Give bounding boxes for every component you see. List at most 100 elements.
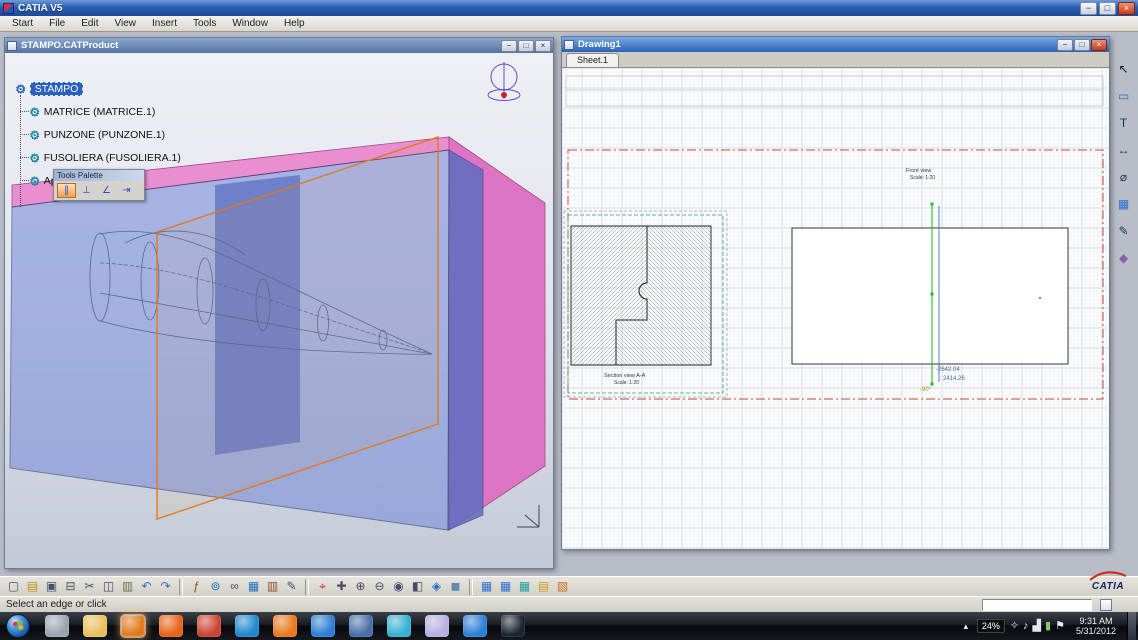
drawing-close-button[interactable]: ×	[1091, 39, 1107, 51]
stampo-window-titlebar[interactable]: STAMPO.CATProduct − □ ×	[5, 38, 553, 53]
zoom-out-icon[interactable]: ⊖	[370, 578, 389, 596]
insert-symbol-icon[interactable]: ◆	[1114, 249, 1133, 267]
drawing-sheet[interactable]: Section view A-A Scale: 1:20 Front view …	[562, 68, 1109, 549]
start-button[interactable]	[6, 614, 30, 638]
table-tool-icon[interactable]: ▦	[244, 578, 263, 596]
menu-start[interactable]: Start	[4, 18, 41, 29]
menu-edit[interactable]: Edit	[73, 18, 106, 29]
table-icon[interactable]: ▦	[1114, 195, 1133, 213]
look-at-icon[interactable]: ◉	[389, 578, 408, 596]
redo-icon[interactable]: ↷	[156, 578, 175, 596]
taskbar-app-utility[interactable]	[45, 615, 69, 637]
tree-root-stampo[interactable]: ⚙ STAMPO	[15, 77, 181, 100]
copy-icon[interactable]: ◫	[99, 578, 118, 596]
grid-blue-1-icon[interactable]: ▦	[477, 578, 496, 596]
taskbar-clock[interactable]: 9:31 AM 5/31/2012	[1070, 616, 1122, 636]
fit-all-icon[interactable]: ⌖	[313, 578, 332, 596]
3d-viewport[interactable]: ⚙ STAMPO ⚙ MATRICE (MATRICE.1) ⚙	[5, 53, 553, 568]
app-close-button[interactable]: ×	[1118, 2, 1135, 15]
save-icon[interactable]: ▣	[42, 578, 61, 596]
undo-icon[interactable]: ↶	[137, 578, 156, 596]
print-icon[interactable]: ⊟	[61, 578, 80, 596]
power-icon[interactable]: ▮	[1045, 620, 1051, 632]
tree-root-label[interactable]: STAMPO	[30, 82, 84, 96]
shading-icon[interactable]: ◼	[446, 578, 465, 596]
calc-orange-icon[interactable]: ▧	[553, 578, 572, 596]
battery-meter[interactable]: 24%	[977, 619, 1005, 633]
app-window-controls: − □ ×	[1080, 2, 1135, 15]
taskbar-app-media-player[interactable]	[235, 615, 259, 637]
taskbar-app-firefox[interactable]	[159, 615, 183, 637]
taskbar-app-explorer[interactable]	[83, 615, 107, 637]
tree-item-fusoliera[interactable]: ⚙ FUSOLIERA (FUSOLIERA.1)	[29, 146, 181, 169]
menu-tools[interactable]: Tools	[185, 18, 224, 29]
taskbar-app-vlc[interactable]	[273, 615, 297, 637]
stampo-minimize-button[interactable]: −	[501, 40, 517, 52]
select-cursor-icon[interactable]: ↖	[1114, 60, 1133, 78]
menu-help[interactable]: Help	[276, 18, 313, 29]
pan-icon[interactable]: ✚	[332, 578, 351, 596]
menu-file[interactable]: File	[41, 18, 73, 29]
taskbar-app-steel[interactable]	[349, 615, 373, 637]
angle-constraint-icon[interactable]: ∠	[97, 183, 116, 198]
app-minimize-button[interactable]: −	[1080, 2, 1097, 15]
action-center-flag-icon[interactable]: ⚑	[1055, 620, 1065, 632]
drawing-window-titlebar[interactable]: Drawing1 − □ ×	[562, 37, 1109, 52]
formula-icon[interactable]: ƒ	[187, 578, 206, 596]
grid-teal-icon[interactable]: ▦	[515, 578, 534, 596]
diameter-dimension-icon[interactable]: ⌀	[1114, 168, 1133, 186]
taskbar-app-photo-viewer[interactable]	[501, 615, 525, 637]
grid-blue-2-icon[interactable]: ▦	[496, 578, 515, 596]
perpendicularity-constraint-icon[interactable]: ⊥	[77, 183, 96, 198]
front-view-outline[interactable]	[792, 228, 1068, 364]
sketch-tool-icon[interactable]: ✎	[282, 578, 301, 596]
reference-point[interactable]	[1039, 297, 1041, 299]
taskbar-app-browser[interactable]	[311, 615, 335, 637]
menu-view[interactable]: View	[106, 18, 144, 29]
open-folder-icon[interactable]: ▤	[23, 578, 42, 596]
link-icon[interactable]: ∞	[225, 578, 244, 596]
taskbar-app-document-viewer[interactable]	[121, 615, 145, 637]
taskbar-app-monitor[interactable]	[387, 615, 411, 637]
network-icon[interactable]: ▟	[1033, 620, 1041, 632]
sheet-yellow-icon[interactable]: ▤	[534, 578, 553, 596]
tree-item-matrice[interactable]: ⚙ MATRICE (MATRICE.1)	[29, 100, 181, 123]
text-annotation-icon[interactable]: T	[1114, 114, 1133, 132]
dimension-angle: -90°	[920, 387, 932, 393]
web-icon[interactable]: ⊚	[206, 578, 225, 596]
stampo-maximize-button[interactable]: □	[518, 40, 534, 52]
app-maximize-button[interactable]: □	[1099, 2, 1116, 15]
taskbar-app-paint[interactable]	[425, 615, 449, 637]
coincidence-constraint-icon[interactable]: ⇥	[117, 183, 136, 198]
app-titlebar[interactable]: CATIA V5 − □ ×	[0, 0, 1138, 16]
new-document-icon[interactable]: ▢	[4, 578, 23, 596]
view-wizard-icon[interactable]: ▭	[1114, 87, 1133, 105]
dimension-icon[interactable]: ↔	[1114, 141, 1133, 159]
app-menubar: Start File Edit View Insert Tools Window…	[0, 16, 1138, 32]
punch-side-face[interactable]	[448, 150, 483, 530]
menu-window[interactable]: Window	[224, 18, 276, 29]
taskbar-app-chrome[interactable]	[197, 615, 221, 637]
tree-item-punzone[interactable]: ⚙ PUNZONE (PUNZONE.1)	[29, 123, 181, 146]
show-desktop-button[interactable]	[1127, 612, 1136, 640]
zoom-in-icon[interactable]: ⊕	[351, 578, 370, 596]
taskbar-app-internet-explorer[interactable]	[463, 615, 487, 637]
stampo-close-button[interactable]: ×	[535, 40, 551, 52]
volume-icon[interactable]: ♪	[1023, 620, 1029, 632]
menu-insert[interactable]: Insert	[144, 18, 185, 29]
drawing-restore-button[interactable]: □	[1074, 39, 1090, 51]
parallelism-constraint-icon[interactable]: ∥	[57, 183, 76, 198]
status-doc-icon[interactable]	[1100, 599, 1112, 611]
iso-view-icon[interactable]: ◈	[427, 578, 446, 596]
tools-palette-title[interactable]: Tools Palette	[54, 170, 144, 181]
command-input-field[interactable]	[982, 599, 1092, 611]
catalog-icon[interactable]: ▥	[263, 578, 282, 596]
annotation-pencil-icon[interactable]: ✎	[1114, 222, 1133, 240]
normal-view-icon[interactable]: ◧	[408, 578, 427, 596]
safely-remove-hardware-icon[interactable]: ✧	[1010, 620, 1019, 632]
paste-icon[interactable]: ▥	[118, 578, 137, 596]
cut-icon[interactable]: ✂	[80, 578, 99, 596]
sheet1-tab[interactable]: Sheet.1	[566, 53, 619, 67]
show-hidden-icons-button[interactable]: ▲	[960, 622, 972, 631]
drawing-minimize-button[interactable]: −	[1057, 39, 1073, 51]
